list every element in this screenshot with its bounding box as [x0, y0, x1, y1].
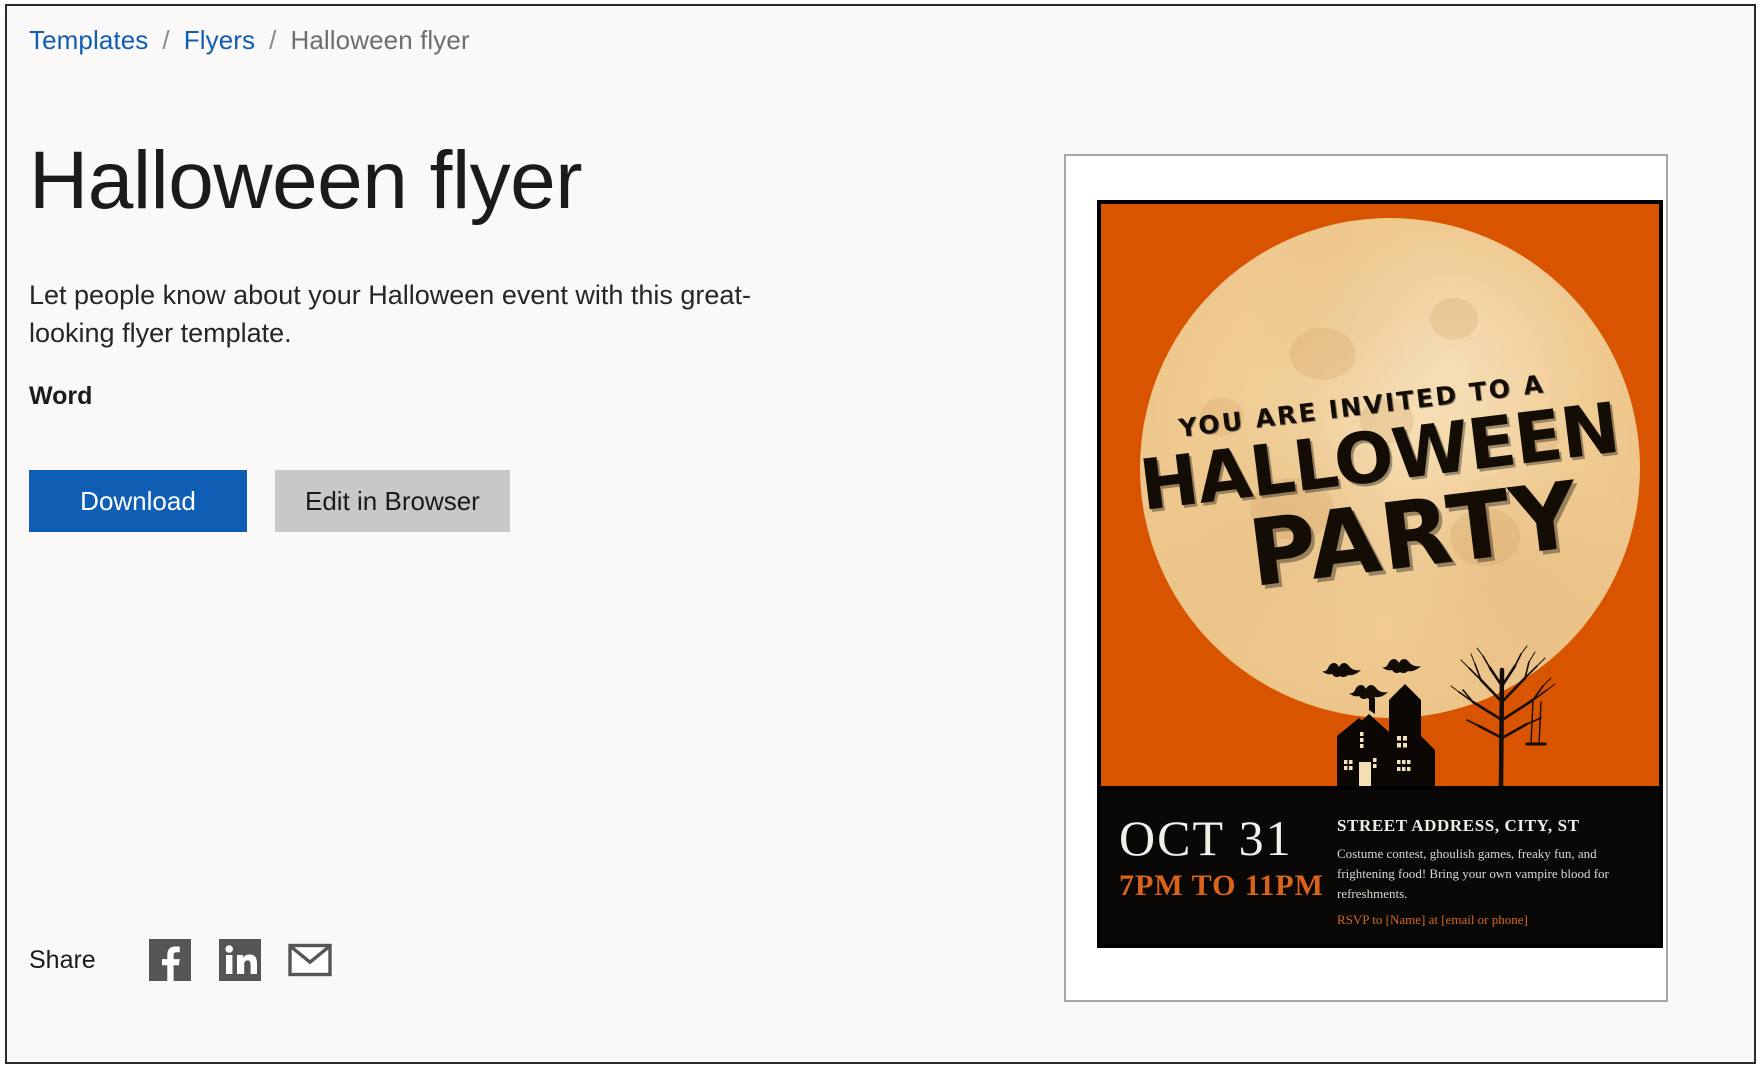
linkedin-icon[interactable] — [218, 938, 262, 982]
house-door — [1359, 762, 1371, 790]
page-frame: Templates / Flyers / Halloween flyer Hal… — [5, 4, 1756, 1064]
flyer-preview-image[interactable]: YOU ARE INVITED TO A HALLOWEEN PARTY OCT… — [1097, 200, 1663, 948]
flyer-body-text: Costume contest, ghoulish games, freaky … — [1337, 846, 1609, 901]
flyer-scene — [1101, 645, 1659, 790]
edit-in-browser-button[interactable]: Edit in Browser — [275, 470, 510, 532]
flyer-details-block: STREET ADDRESS, CITY, ST Costume contest… — [1327, 812, 1643, 929]
breadcrumb-separator: / — [162, 25, 170, 55]
email-icon[interactable] — [288, 938, 332, 982]
breadcrumb-item-current: Halloween flyer — [290, 25, 470, 55]
share-label: Share — [29, 945, 96, 974]
flyer-rsvp: RSVP to [Name] at [email or phone] — [1337, 912, 1528, 927]
flyer-canvas: YOU ARE INVITED TO A HALLOWEEN PARTY OCT… — [1101, 204, 1659, 944]
flyer-date-block: OCT 31 7PM TO 11PM — [1119, 812, 1327, 904]
template-description: Let people know about your Halloween eve… — [29, 280, 751, 348]
action-buttons: Download Edit in Browser — [29, 470, 869, 532]
haunted-house-graphic — [1337, 684, 1435, 790]
share-section: Share — [29, 938, 332, 982]
flyer-info-band: OCT 31 7PM TO 11PM STREET ADDRESS, CITY,… — [1101, 790, 1659, 944]
template-details: Halloween flyer Let people know about yo… — [29, 134, 869, 532]
template-format-label: Word — [29, 382, 93, 410]
download-button[interactable]: Download — [29, 470, 247, 532]
flyer-address: STREET ADDRESS, CITY, ST — [1337, 816, 1580, 835]
breadcrumb-item-templates[interactable]: Templates — [29, 24, 148, 56]
tree-graphic — [1450, 645, 1556, 790]
breadcrumb: Templates / Flyers / Halloween flyer — [29, 24, 470, 56]
facebook-icon[interactable] — [148, 938, 192, 982]
page-title: Halloween flyer — [29, 135, 583, 226]
breadcrumb-item-flyers[interactable]: Flyers — [184, 24, 255, 56]
breadcrumb-separator: / — [269, 25, 277, 55]
flyer-time: 7PM TO 11PM — [1119, 869, 1324, 902]
template-preview-card[interactable]: YOU ARE INVITED TO A HALLOWEEN PARTY OCT… — [1064, 154, 1668, 1002]
flyer-date: OCT 31 — [1119, 810, 1293, 866]
share-icon-list — [148, 938, 332, 982]
